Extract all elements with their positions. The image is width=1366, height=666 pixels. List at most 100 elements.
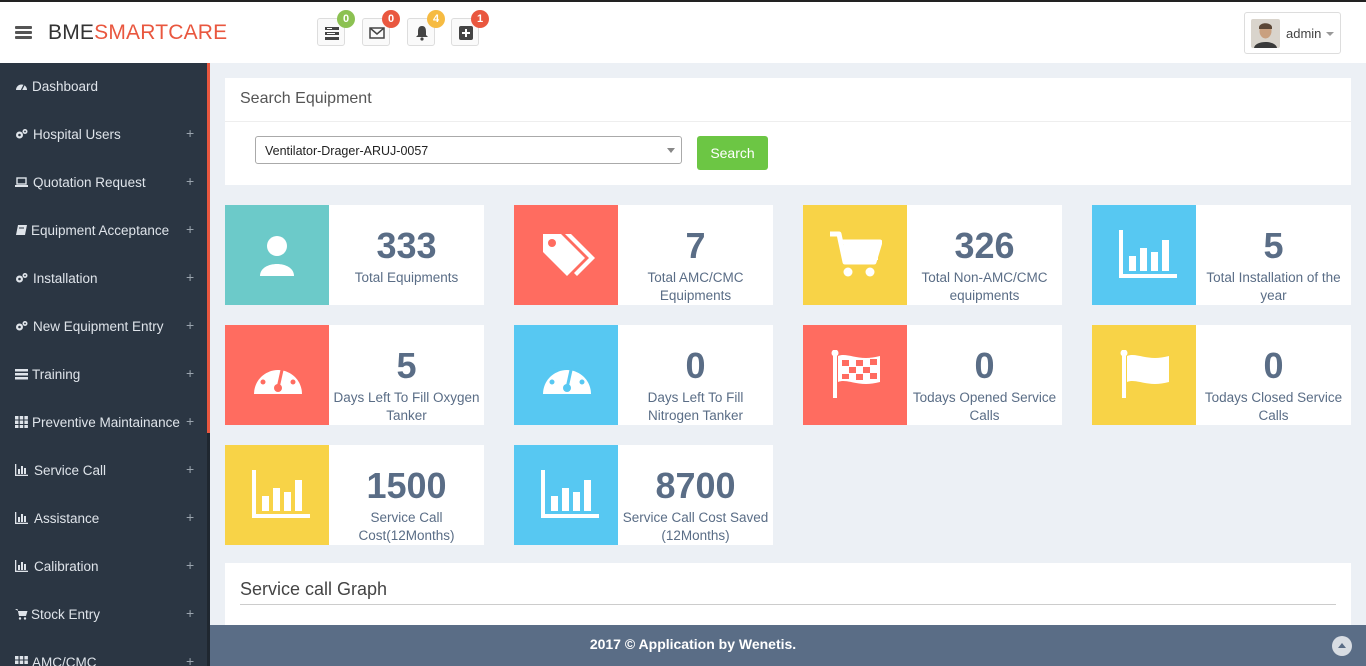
scroll-to-top-icon[interactable] bbox=[1332, 636, 1352, 656]
expand-plus-icon: + bbox=[186, 317, 195, 333]
stat-card-total-installation[interactable]: 5 Total Installation of the year bbox=[1092, 205, 1351, 305]
messages-badge: 0 bbox=[382, 10, 400, 28]
stat-value: 5 bbox=[396, 345, 417, 386]
service-call-graph-panel: Service call Graph bbox=[225, 563, 1351, 633]
sidebar-item-label: Dashboard bbox=[32, 79, 99, 94]
expand-plus-icon: + bbox=[186, 605, 195, 621]
stat-card-total-amc-cmc[interactable]: 7 Total AMC/CMC Equipments bbox=[514, 205, 773, 305]
sidebar-item-label: Preventive Maintainance bbox=[32, 415, 180, 430]
tasks-icon bbox=[325, 27, 339, 40]
stat-label: Service Call Cost Saved (12Months) bbox=[622, 510, 769, 543]
stat-value: 1500 bbox=[366, 465, 447, 506]
divider bbox=[240, 604, 1336, 605]
dashboard-icon bbox=[16, 84, 27, 91]
expand-plus-icon: + bbox=[186, 269, 195, 285]
sidebar-item-stock-entry[interactable]: Stock Entry + bbox=[0, 591, 207, 639]
footer-text: 2017 © Application by Wenetis. bbox=[589, 636, 797, 652]
expand-plus-icon: + bbox=[186, 653, 195, 666]
divider bbox=[225, 121, 1351, 122]
gauge-icon bbox=[254, 361, 302, 394]
stat-card-total-non-amc-cmc[interactable]: 326 Total Non-AMC/CMC equipments bbox=[803, 205, 1062, 305]
sidebar-item-amc-cmc[interactable]: AMC/CMC + bbox=[0, 639, 207, 666]
sidebar-item-quotation-request[interactable]: Quotation Request + bbox=[0, 159, 207, 207]
stat-card-oxygen-tanker[interactable]: 5 Days Left To Fill Oxygen Tanker bbox=[225, 325, 484, 425]
sidebar-item-assistance[interactable]: Assistance + bbox=[0, 495, 207, 543]
sidebar-item-label: Quotation Request bbox=[33, 175, 146, 190]
grid-icon bbox=[15, 416, 28, 428]
stat-label: Days Left To Fill Nitrogen Tanker bbox=[647, 390, 744, 423]
stat-card-todays-closed-calls[interactable]: 0 Todays Closed Service Calls bbox=[1092, 325, 1351, 425]
sidebar-item-installation[interactable]: Installation + bbox=[0, 255, 207, 303]
stat-value: 326 bbox=[954, 225, 1015, 266]
equipment-select[interactable]: Ventilator-Drager-ARUJ-0057 bbox=[255, 136, 682, 164]
sidebar-item-label: Stock Entry bbox=[31, 607, 101, 622]
cart-icon bbox=[15, 609, 28, 620]
tasks-badge: 0 bbox=[337, 10, 355, 28]
expand-plus-icon: + bbox=[186, 365, 195, 381]
stat-card-service-call-cost[interactable]: 1500 Service Call Cost(12Months) bbox=[225, 445, 484, 545]
expand-plus-icon: + bbox=[186, 509, 195, 525]
panel-title: Search Equipment bbox=[240, 90, 372, 107]
stat-label: Service Call Cost(12Months) bbox=[358, 510, 455, 543]
stat-value: 5 bbox=[1263, 225, 1284, 266]
user-icon bbox=[260, 236, 294, 276]
user-menu[interactable]: admin bbox=[1244, 12, 1341, 54]
book-icon bbox=[16, 225, 27, 235]
bar-chart-icon bbox=[15, 560, 28, 572]
sidebar: Dashboard Hospital Users + Quotation Req… bbox=[0, 63, 207, 666]
stat-label: Days Left To Fill Oxygen Tanker bbox=[333, 390, 480, 423]
sidebar-item-new-equipment-entry[interactable]: New Equipment Entry + bbox=[0, 303, 207, 351]
expand-plus-icon: + bbox=[186, 557, 195, 573]
stat-card-nitrogen-tanker[interactable]: 0 Days Left To Fill Nitrogen Tanker bbox=[514, 325, 773, 425]
menu-toggle-icon[interactable] bbox=[15, 26, 32, 40]
stat-card-total-equipments[interactable]: 333 Total Equipments bbox=[225, 205, 484, 305]
stat-card-todays-opened-calls[interactable]: 0 Todays Opened Service Calls bbox=[803, 325, 1062, 425]
stat-value: 333 bbox=[376, 225, 437, 266]
stat-label: Total AMC/CMC Equipments bbox=[647, 270, 744, 303]
chevron-down-icon bbox=[1326, 32, 1334, 36]
panel-title: Service call Graph bbox=[240, 579, 388, 599]
bar-chart-icon bbox=[15, 512, 28, 524]
selected-equipment: Ventilator-Drager-ARUJ-0057 bbox=[265, 144, 429, 158]
add-button[interactable]: 1 bbox=[451, 10, 489, 46]
expand-plus-icon: + bbox=[186, 125, 195, 141]
search-button[interactable]: Search bbox=[697, 136, 768, 170]
sidebar-item-label: AMC/CMC bbox=[32, 655, 97, 666]
top-header: BMESMARTCARE 0 0 4 1 admin bbox=[0, 2, 1366, 63]
sidebar-item-label: New Equipment Entry bbox=[33, 319, 164, 334]
dropdown-arrow-icon bbox=[667, 148, 675, 153]
stat-label: Total Non-AMC/CMC equipments bbox=[921, 270, 1048, 303]
brand-part-2: SMARTCARE bbox=[94, 21, 228, 44]
messages-button[interactable]: 0 bbox=[362, 10, 400, 46]
bar-chart-icon bbox=[541, 470, 599, 518]
bell-icon bbox=[416, 26, 428, 41]
laptop-icon bbox=[15, 177, 28, 187]
stat-label: Total Equipments bbox=[354, 270, 459, 285]
sidebar-item-preventive-maintainance[interactable]: Preventive Maintainance + bbox=[0, 399, 207, 447]
flag-icon bbox=[1120, 350, 1169, 398]
sidebar-item-label: Installation bbox=[33, 271, 98, 286]
brand-logo[interactable]: BMESMARTCARE bbox=[48, 21, 227, 45]
sidebar-item-label: Assistance bbox=[34, 511, 100, 526]
sidebar-item-calibration[interactable]: Calibration + bbox=[0, 543, 207, 591]
sidebar-item-training[interactable]: Training + bbox=[0, 351, 207, 399]
tasks-button[interactable]: 0 bbox=[317, 10, 355, 46]
tags-icon bbox=[543, 234, 595, 276]
sidebar-item-label: Training bbox=[32, 367, 81, 382]
add-badge: 1 bbox=[471, 10, 489, 28]
stat-value: 0 bbox=[1263, 345, 1284, 386]
gears-icon bbox=[16, 273, 28, 283]
cart-icon bbox=[830, 231, 882, 277]
sidebar-item-equipment-acceptance[interactable]: Equipment Acceptance + bbox=[0, 207, 207, 255]
sidebar-item-hospital-users[interactable]: Hospital Users + bbox=[0, 111, 207, 159]
notifications-button[interactable]: 4 bbox=[407, 10, 445, 46]
sidebar-item-label: Hospital Users bbox=[33, 127, 121, 142]
sidebar-item-dashboard[interactable]: Dashboard bbox=[0, 63, 207, 111]
avatar bbox=[1251, 19, 1280, 48]
notifications-badge: 4 bbox=[427, 10, 445, 28]
footer: 2017 © Application by Wenetis. bbox=[210, 625, 1366, 666]
sidebar-item-service-call[interactable]: Service Call + bbox=[0, 447, 207, 495]
stat-card-service-call-cost-saved[interactable]: 8700 Service Call Cost Saved (12Months) bbox=[514, 445, 773, 545]
stat-value: 0 bbox=[974, 345, 995, 386]
sidebar-item-label: Equipment Acceptance bbox=[31, 223, 170, 238]
